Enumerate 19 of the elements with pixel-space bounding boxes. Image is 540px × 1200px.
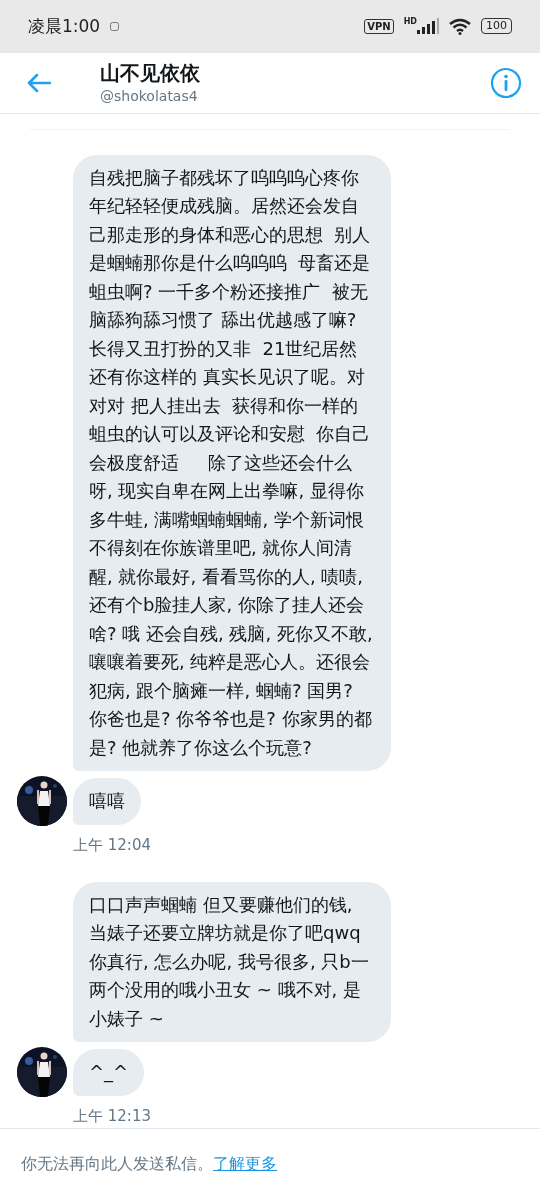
- signal-icon: [417, 18, 439, 35]
- message-bubble: 自残把脑子都残坏了呜呜呜心疼你年纪轻轻便成残脑。居然还会发自己那走形的身体和恶心的思想 别人是蝈蝻那你是什么呜呜呜 母畜还是蛆虫啊? 一千多个粉还接推广 被无脑舔狗舔习惯了 舔出优越感了嘛? 长得又丑打扮的又非 21世纪居然还有你这样的 真实长见识了呢。对对对 把人挂出去 获得和你一样的蛆虫的认可以及评论和安慰 你自己会极度舒适 除了这些还会什么呀, 现实自卑在网上出拳嘛, 显得你多牛蛙, 满嘴蝈蝻蝈蝻, 学个新词恨不得刻在你族谱里吧, 就你人间清醒, 就你最好, 看看骂你的人, 啧啧, 还有个b脸挂人家, 你除了挂人还会啥? 哦 还会自残, 残脑, 死你又不敢, 嚷嚷着要死, 纯粹是恶心人。还很会犯病, 跟个脑瘫一样, 蝈蝻? 国男? 你爸也是? 你爷爷也是? 你家男的都是? 他就养了你这么个玩意?: [73, 154, 391, 772]
- contact-name: 山不见依依: [100, 60, 201, 87]
- wifi-icon: [449, 17, 471, 35]
- battery-indicator: 100: [481, 18, 512, 35]
- vpn-badge: VPN: [364, 18, 394, 34]
- info-icon[interactable]: [490, 67, 522, 100]
- back-arrow-icon[interactable]: [27, 73, 51, 94]
- message-bubble: 口口声声蝈蝻 但又要赚他们的钱, 当婊子还要立牌坊就是你了吧qwq 你真行, 怎么办呢, 我号很多, 只b一两个没用的哦小丑女 ~ 哦不对, 是小婊子 ~: [73, 881, 391, 1043]
- message-time: 上午 12:13: [73, 1106, 152, 1128]
- status-time: 凌晨1:00: [28, 14, 101, 38]
- notification-icon: [110, 21, 120, 31]
- contact-handle: @shokolatas4: [100, 87, 199, 107]
- message-bubble: ^_^: [73, 1049, 145, 1096]
- blocked-notice: 你无法再向此人发送私信。: [21, 1153, 213, 1176]
- message-time: 上午 12:04: [73, 835, 152, 857]
- learn-more-link[interactable]: 了解更多: [213, 1152, 277, 1177]
- network-label: HD: [403, 18, 417, 26]
- message-bubble: 嘻嘻: [73, 778, 141, 825]
